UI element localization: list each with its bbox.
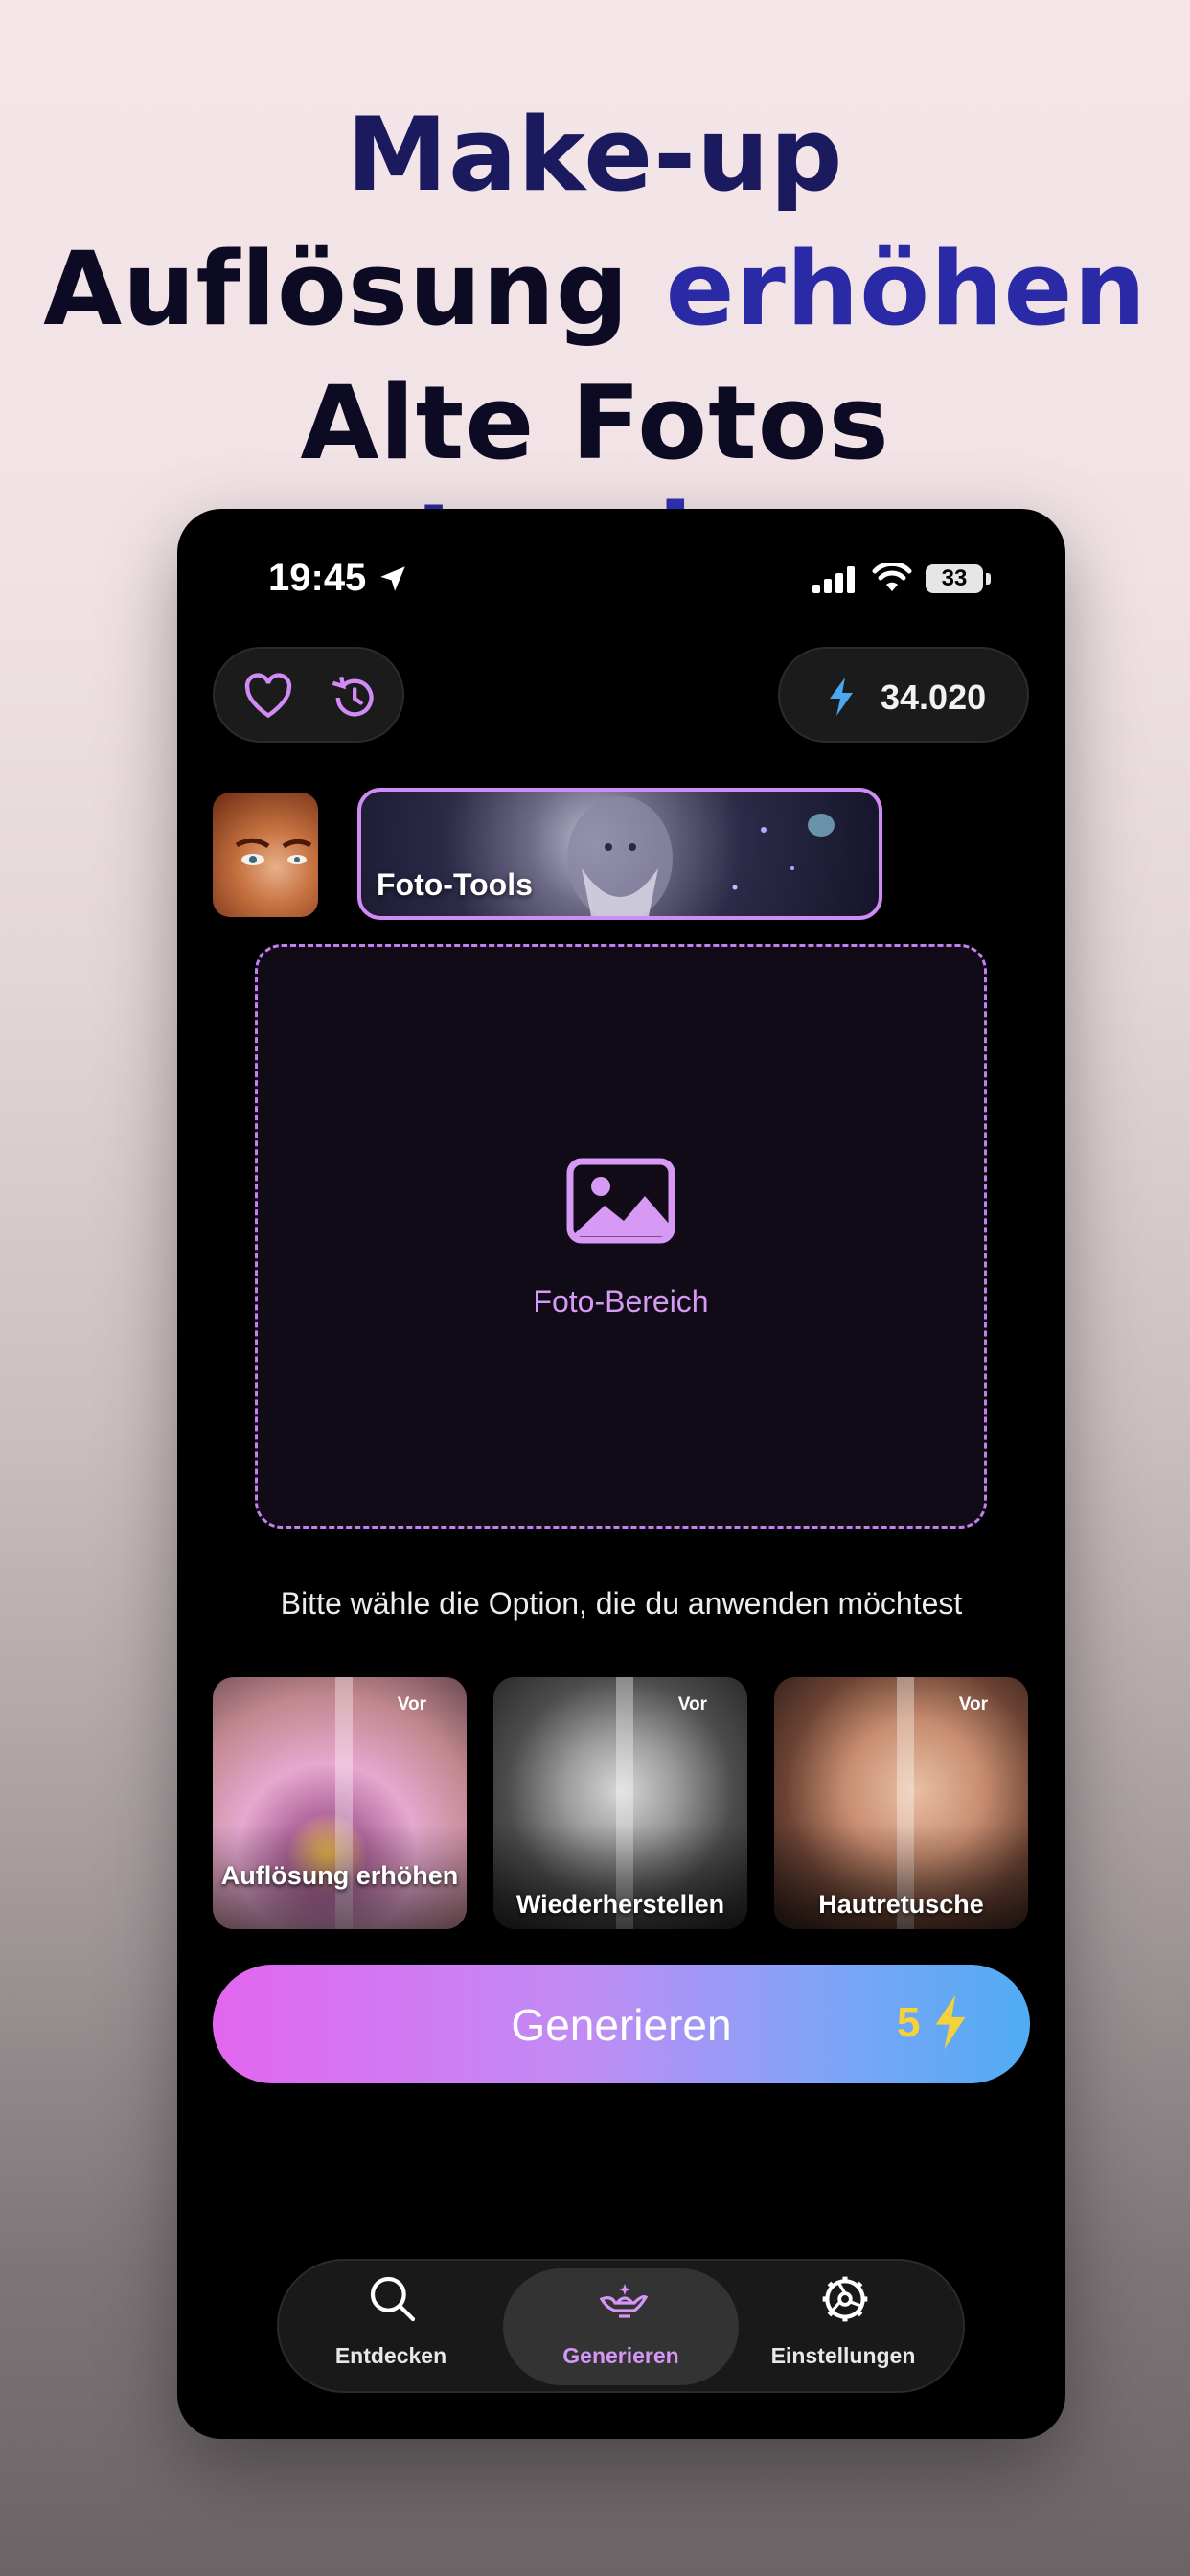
gear-icon <box>822 2276 868 2322</box>
location-arrow-icon <box>380 566 405 591</box>
cellular-signal-icon <box>812 566 855 593</box>
top-left-actions <box>213 647 404 743</box>
tab-label: Generieren <box>562 2343 679 2368</box>
tab-label: Entdecken <box>334 2343 447 2368</box>
option-label: Hautretusche <box>818 1890 984 1919</box>
headline-line-2-accent: erhöhen <box>665 230 1147 348</box>
phone-screen: 19:45 33 34.020 Foto-Tools Foto-Bereich … <box>177 509 1065 2439</box>
history-icon[interactable] <box>328 673 378 723</box>
tab-bar: Entdecken Generieren Einstellungen <box>277 2259 965 2393</box>
status-bar: 19:45 33 <box>177 509 1065 653</box>
photo-area-label: Foto-Bereich <box>533 1284 709 1319</box>
option-card-skin-retouch[interactable]: Vor Hautretusche <box>774 1677 1028 1929</box>
headline-line-2: Auflösung erhöhen <box>0 230 1190 348</box>
headline-line-2-dark: Auflösung <box>43 230 629 348</box>
option-label: Wiederherstellen <box>515 1890 725 1919</box>
headline-line-3-dark: Alte Fotos <box>300 364 890 482</box>
wifi-icon <box>872 563 912 591</box>
tab-entdecken[interactable]: Entdecken <box>279 2261 503 2395</box>
headline-line-1: Make-up <box>346 96 844 214</box>
carousel-item-label: Foto-Tools <box>377 867 533 902</box>
bolt-icon <box>830 678 853 716</box>
bolt-icon <box>935 1994 966 2050</box>
tab-einstellungen[interactable]: Einstellungen <box>731 2261 955 2395</box>
option-card-upscale[interactable]: Vor Auflösung erhöhen <box>213 1677 467 1929</box>
credits-pill[interactable]: 34.020 <box>778 647 1029 743</box>
option-prompt: Bitte wähle die Option, die du anwenden … <box>280 1586 963 1621</box>
before-badge: Vor <box>677 1694 707 1714</box>
photo-upload-area[interactable]: Foto-Bereich <box>255 944 987 1529</box>
credits-count: 34.020 <box>881 678 987 717</box>
status-time: 19:45 <box>268 557 367 599</box>
face-thumbnail-image <box>235 838 312 865</box>
generate-button[interactable]: Generieren 5 <box>213 1965 1030 2083</box>
before-badge: Vor <box>397 1694 426 1714</box>
generate-cost: 5 <box>897 1999 921 2046</box>
option-label: Auflösung erhöhen <box>220 1861 459 1890</box>
magic-lamp-icon <box>599 2284 649 2318</box>
carousel-item-foto-tools[interactable]: Foto-Tools <box>357 788 882 920</box>
before-badge: Vor <box>958 1694 988 1714</box>
heart-icon[interactable] <box>243 673 293 719</box>
tab-label: Einstellungen <box>770 2343 916 2368</box>
search-icon <box>370 2276 416 2322</box>
battery-icon: 33 <box>926 564 983 593</box>
image-icon <box>566 1158 675 1244</box>
carousel-item-face[interactable] <box>213 793 318 917</box>
tab-generieren[interactable]: Generieren <box>509 2261 733 2395</box>
battery-tip <box>986 573 991 585</box>
option-card-restore[interactable]: Vor Wiederherstellen <box>493 1677 747 1929</box>
